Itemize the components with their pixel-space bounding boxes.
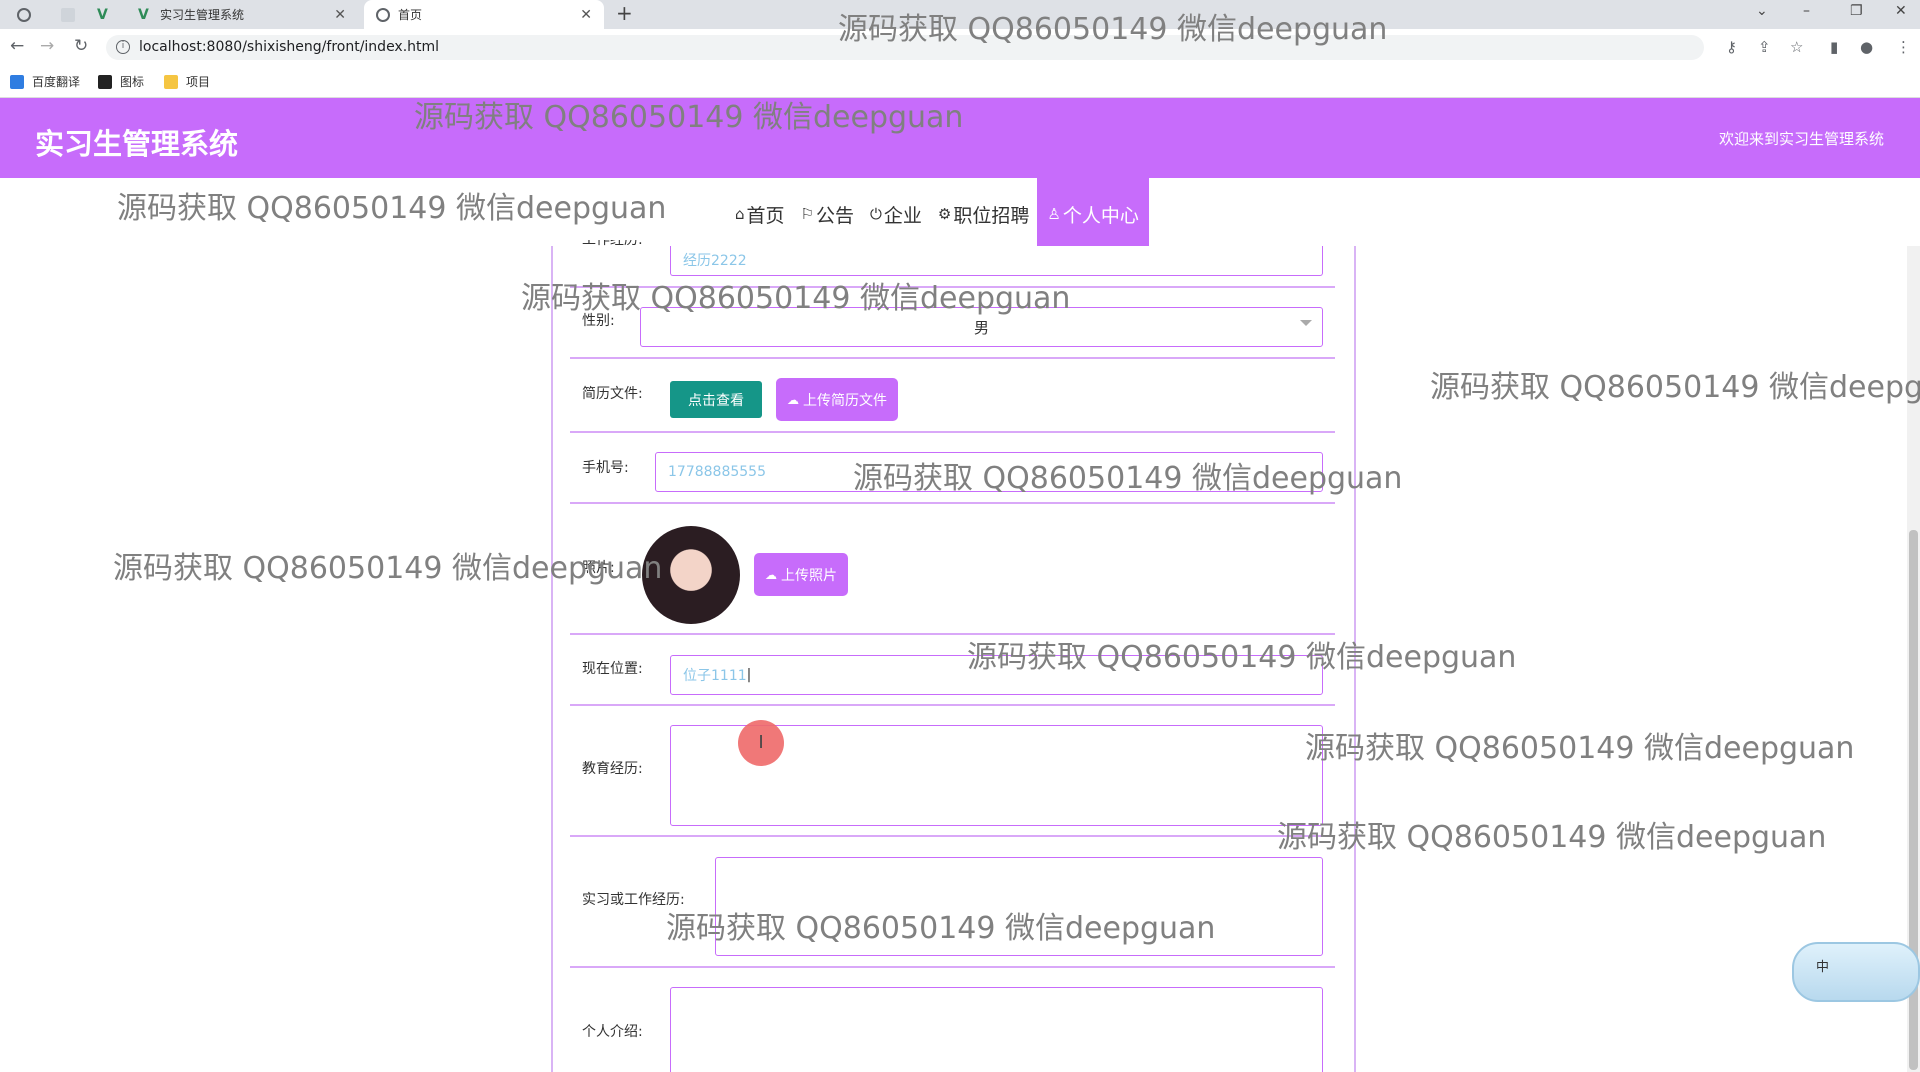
- watermark-text: 源码获取 QQ86050149 微信deepguan: [521, 281, 1071, 316]
- tab-search-icon[interactable]: ⌄: [1756, 0, 1768, 29]
- user-icon: ♙: [1047, 205, 1061, 223]
- phone-label: 手机号:: [582, 460, 629, 476]
- bookmark-item[interactable]: 图标: [98, 73, 144, 90]
- url-text[interactable]: localhost:8080/shixisheng/front/index.ht…: [139, 39, 439, 55]
- ime-widget[interactable]: [1792, 942, 1920, 1002]
- browser-tab[interactable]: [8, 0, 48, 29]
- browser-tab[interactable]: [52, 0, 92, 29]
- row-divider: [570, 835, 1335, 837]
- nav-item-profile[interactable]: ♙ 个人中心: [1037, 178, 1149, 250]
- watermark-text: 源码获取 QQ86050149 微信deepguan: [1430, 370, 1920, 405]
- bookmark-item[interactable]: 项目: [164, 73, 210, 90]
- view-resume-button[interactable]: 点击查看: [670, 381, 762, 418]
- resume-label: 简历文件:: [582, 386, 643, 402]
- site-title: 实习生管理系统: [35, 127, 239, 161]
- intro-textarea[interactable]: [670, 987, 1323, 1072]
- bookmark-label: 图标: [120, 75, 145, 89]
- watermark-text: 源码获取 QQ86050149 微信deepguan: [117, 191, 667, 226]
- main-nav: ⌂ 首页 ⚐ 公告 ⏻ 企业 ⚙ 职位招聘 ♙ 个人中心: [727, 178, 1149, 250]
- upload-photo-button[interactable]: ☁ 上传照片: [754, 553, 848, 596]
- intro-label: 个人介绍:: [582, 1024, 643, 1040]
- back-icon[interactable]: ←: [10, 36, 24, 56]
- profile-icon[interactable]: ●: [1860, 38, 1873, 56]
- nav-label: 首页: [746, 204, 785, 227]
- bookmark-label: 百度翻译: [32, 75, 81, 89]
- image-icon: [98, 74, 112, 89]
- menu-icon[interactable]: ⋮: [1896, 38, 1911, 56]
- star-icon[interactable]: ☆: [1790, 38, 1803, 56]
- key-icon[interactable]: ⚷: [1726, 38, 1737, 56]
- globe-icon: [17, 7, 31, 22]
- row-divider: [570, 704, 1335, 706]
- nav-label: 职位招聘: [953, 204, 1030, 227]
- cloud-upload-icon: ☁: [765, 567, 777, 582]
- location-value: 位子1111: [683, 668, 747, 684]
- browser-tab-home[interactable]: 首页 ✕: [364, 0, 604, 29]
- watermark-text: 源码获取 QQ86050149 微信deepguan: [666, 911, 1216, 946]
- watermark-text: 源码获取 QQ86050149 微信deepguan: [113, 551, 663, 586]
- browser-tab-system[interactable]: V 实习生管理系统 ✕: [130, 0, 358, 29]
- nav-item-notice[interactable]: ⚐ 公告: [793, 178, 862, 250]
- watermark-text: 源码获取 QQ86050149 微信deepguan: [414, 100, 964, 135]
- reload-icon[interactable]: ↻: [74, 36, 88, 56]
- browser-tab[interactable]: V: [92, 0, 124, 29]
- power-icon: ⏻: [870, 205, 882, 223]
- gear-icon: ⚙: [937, 205, 952, 223]
- tab-label: 首页: [398, 8, 423, 22]
- flag-icon: ⚐: [800, 205, 814, 223]
- watermark-text: 源码获取 QQ86050149 微信deepguan: [838, 12, 1388, 47]
- nav-label: 企业: [883, 204, 922, 227]
- nav-item-jobs[interactable]: ⚙ 职位招聘: [930, 178, 1037, 250]
- folder-icon: [164, 74, 178, 89]
- ime-mode-label: 中: [1816, 960, 1830, 975]
- translate-icon: [10, 74, 24, 89]
- globe-icon: [376, 7, 390, 22]
- home-icon: ⌂: [735, 205, 745, 223]
- close-icon[interactable]: ✕: [334, 7, 346, 23]
- location-label: 现在位置:: [582, 661, 643, 677]
- mouse-cursor-indicator: I: [738, 720, 784, 766]
- minimize-button[interactable]: –: [1803, 0, 1810, 29]
- tab-label: 实习生管理系统: [160, 8, 245, 22]
- nav-item-home[interactable]: ⌂ 首页: [727, 178, 793, 250]
- sidebar-icon[interactable]: ▮: [1830, 38, 1838, 56]
- forward-icon[interactable]: →: [40, 36, 54, 56]
- share-icon[interactable]: ⇪: [1758, 38, 1771, 56]
- work-exp-label: 工作经历:: [582, 240, 643, 248]
- bookmark-item[interactable]: 百度翻译: [10, 73, 80, 90]
- nav-label: 个人中心: [1062, 204, 1139, 227]
- welcome-text: 欢迎来到实习生管理系统: [1719, 130, 1885, 148]
- watermark-text: 源码获取 QQ86050149 微信deepguan: [1277, 820, 1827, 855]
- work-exp-input[interactable]: 经历2222: [670, 246, 1323, 276]
- button-label: 上传简历文件: [803, 392, 887, 409]
- close-window-button[interactable]: ✕: [1895, 0, 1907, 29]
- row-divider: [570, 966, 1335, 968]
- row-divider: [570, 431, 1335, 433]
- education-label: 教育经历:: [582, 761, 643, 777]
- watermark-text: 源码获取 QQ86050149 微信deepguan: [967, 640, 1517, 675]
- watermark-text: 源码获取 QQ86050149 微信deepguan: [853, 461, 1403, 496]
- cloud-upload-icon: ☁: [787, 392, 799, 407]
- new-tab-button[interactable]: +: [616, 0, 633, 29]
- text-caret: |: [746, 667, 752, 683]
- chevron-down-icon: [1300, 320, 1312, 326]
- vue-logo-icon: V: [138, 6, 149, 23]
- nav-label: 公告: [816, 204, 855, 227]
- nav-item-company[interactable]: ⏻ 企业: [862, 178, 930, 250]
- upload-resume-button[interactable]: ☁ 上传简历文件: [776, 378, 898, 421]
- row-divider: [570, 357, 1335, 359]
- gender-value: 男: [973, 318, 989, 337]
- close-icon[interactable]: ✕: [580, 7, 592, 23]
- bookmark-label: 项目: [186, 75, 211, 89]
- row-divider: [570, 502, 1335, 504]
- info-icon[interactable]: i: [116, 40, 130, 54]
- vue-logo-icon: V: [97, 6, 108, 23]
- watermark-text: 源码获取 QQ86050149 微信deepguan: [1305, 731, 1855, 766]
- restore-button[interactable]: ❐: [1850, 0, 1863, 29]
- page-icon: [61, 7, 75, 22]
- button-label: 上传照片: [781, 567, 837, 584]
